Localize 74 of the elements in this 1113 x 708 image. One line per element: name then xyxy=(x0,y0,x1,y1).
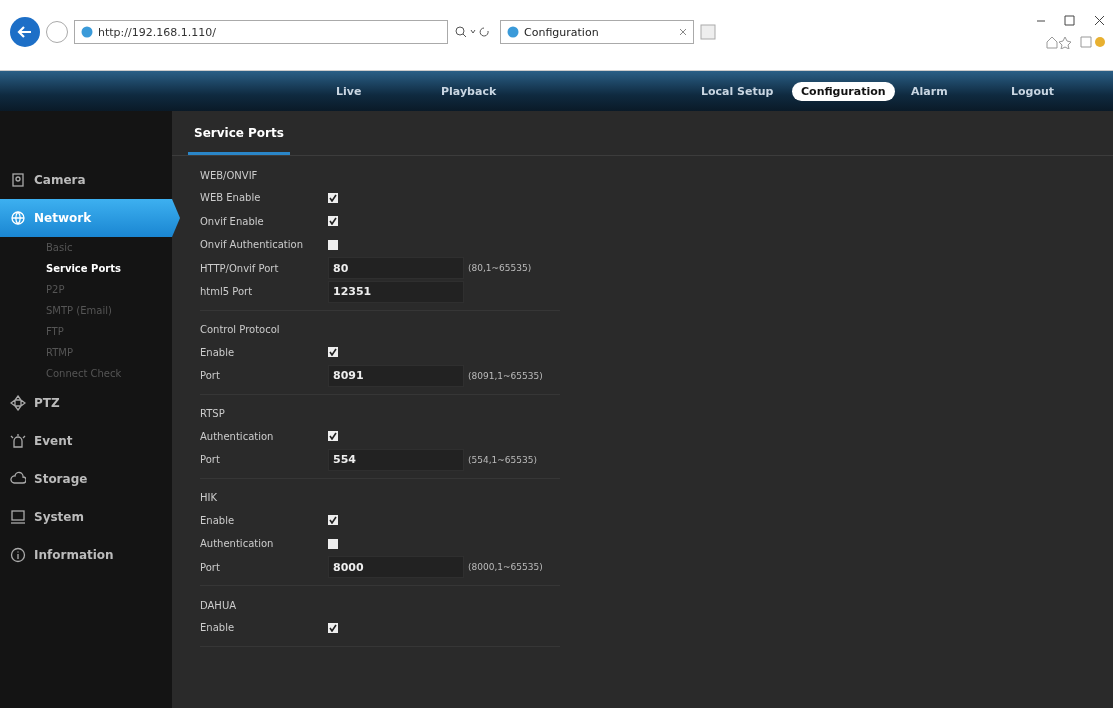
sidebar-item[interactable]: Information xyxy=(0,536,172,574)
field-label: Enable xyxy=(200,346,236,358)
nav-tab[interactable]: Playback xyxy=(432,81,506,101)
range-hint: (554,1~65535) xyxy=(468,454,537,465)
checkbox[interactable] xyxy=(328,538,338,549)
field-label: Authentication xyxy=(200,430,275,442)
address-field[interactable]: http://192.168.1.110/ xyxy=(74,20,448,44)
range-hint: (8000,1~65535) xyxy=(468,562,543,573)
checkbox[interactable] xyxy=(328,216,338,227)
nav-tab[interactable]: Configuration xyxy=(792,81,895,101)
sidebar-item[interactable]: Camera xyxy=(0,161,172,199)
sidebar-item[interactable]: Storage xyxy=(0,460,172,498)
section-title: HIK xyxy=(200,491,219,505)
monitor-icon xyxy=(10,509,26,525)
window-controls-icon[interactable] xyxy=(1035,15,1105,27)
globe-icon xyxy=(507,26,519,38)
checkbox[interactable] xyxy=(328,239,338,250)
sidebar-label: System xyxy=(34,510,84,524)
url-text: http://192.168.1.110/ xyxy=(98,25,216,39)
checkbox[interactable] xyxy=(328,622,338,633)
globe-icon xyxy=(81,26,93,38)
input-field[interactable]: 8091 xyxy=(328,364,464,387)
field-label: Authentication xyxy=(200,538,275,550)
nav-tab[interactable]: Alarm xyxy=(902,81,957,101)
direction-pad-icon xyxy=(10,395,26,411)
sidebar-label: Storage xyxy=(34,472,88,486)
field-label: Port xyxy=(200,370,221,382)
toolbar-icons[interactable] xyxy=(1045,35,1105,49)
field-label: Onvif Authentication xyxy=(200,239,304,251)
checkbox[interactable] xyxy=(328,431,338,442)
section-title: RTSP xyxy=(200,407,226,421)
nav-tab[interactable]: Logout xyxy=(1002,81,1064,101)
sidebar-label: Event xyxy=(34,434,73,448)
field-label: html5 Port xyxy=(200,286,254,298)
field-label: Enable xyxy=(200,622,236,634)
section-title: WEB/ONVIF xyxy=(200,168,259,183)
sidebar-label: PTZ xyxy=(34,396,60,410)
nav-tab[interactable]: Live xyxy=(327,81,371,101)
field-label: Onvif Enable xyxy=(200,215,265,227)
page-title-tab[interactable]: Service Ports xyxy=(188,126,290,155)
sidebar-label: Information xyxy=(34,548,114,562)
tab-title: Configuration xyxy=(524,25,600,39)
checkbox[interactable] xyxy=(328,347,338,358)
sidebar-label: Network xyxy=(34,211,92,225)
checkbox[interactable] xyxy=(328,515,338,526)
input-field[interactable]: 12351 xyxy=(328,280,464,303)
range-hint: (8091,1~65535) xyxy=(468,370,543,381)
field-label: HTTP/Onvif Port xyxy=(200,262,280,274)
info-icon xyxy=(10,547,26,563)
field-label: Port xyxy=(200,454,221,466)
section-title: DAHUA xyxy=(200,598,238,613)
sidebar-item[interactable]: Event xyxy=(0,422,172,460)
field-label: Enable xyxy=(200,514,236,526)
cloud-icon xyxy=(10,471,26,487)
sidebar-label: Camera xyxy=(34,173,86,187)
arrow-left-icon xyxy=(17,24,33,40)
sidebar-subitem[interactable]: Service Ports xyxy=(0,258,172,279)
globe-icon xyxy=(10,210,26,226)
alarm-light-icon xyxy=(10,433,26,449)
section-title: Control Protocol xyxy=(200,323,281,337)
sidebar-item[interactable]: System xyxy=(0,498,172,536)
nav-tab[interactable]: Local Setup xyxy=(692,81,783,101)
camera-icon xyxy=(10,172,26,188)
field-label: WEB Enable xyxy=(200,192,262,204)
input-field[interactable]: 554 xyxy=(328,448,464,471)
checkbox[interactable] xyxy=(328,192,338,203)
browser-tab[interactable]: Configuration xyxy=(500,20,694,44)
sidebar-item[interactable]: PTZ xyxy=(0,384,172,422)
input-field[interactable]: 80 xyxy=(328,257,464,280)
back-button[interactable] xyxy=(10,17,40,47)
range-hint: (80,1~65535) xyxy=(468,263,532,274)
close-icon[interactable] xyxy=(679,28,687,36)
field-label: Port xyxy=(200,561,221,573)
input-field[interactable]: 8000 xyxy=(328,556,464,579)
